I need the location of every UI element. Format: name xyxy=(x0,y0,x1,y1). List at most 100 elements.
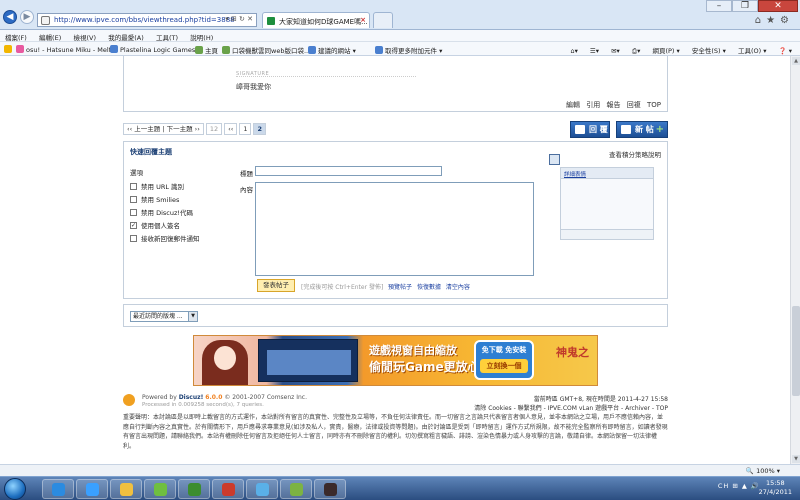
checkbox-checked[interactable]: ✓ xyxy=(130,221,137,229)
game-ad-banner[interactable]: 遊戲視窗自由縮放 偷閒玩Game更放心! 免下載 免安裝 立刻換一個 神鬼之 xyxy=(193,335,598,386)
banner-game-screenshot xyxy=(258,339,358,382)
post-container: SIGNATURE 嶂哥我愛你 編輯 引用 報告 回複 TOP xyxy=(123,56,668,112)
home-icon[interactable]: ⌂▾ xyxy=(570,47,577,55)
scroll-down-icon[interactable]: ▼ xyxy=(792,455,800,463)
menu-help[interactable]: 說明(H) xyxy=(185,30,218,42)
quick-reply-title: 快速回覆主題 xyxy=(130,148,172,156)
title-input[interactable] xyxy=(255,166,442,176)
scroll-thumb[interactable] xyxy=(792,306,800,396)
feeds-icon[interactable]: ☰▾ xyxy=(590,47,599,55)
cmd-tools[interactable]: 工具(O) ▾ xyxy=(738,47,767,55)
new-tab-button[interactable] xyxy=(373,12,393,28)
tab-close-icon[interactable]: × xyxy=(360,16,366,24)
vertical-scrollbar[interactable]: ▲ ▼ xyxy=(790,56,800,464)
footer-links[interactable]: 清除 Cookies - 聯繫我們 - IPVE.COM vLan 遊戲平台 -… xyxy=(474,403,668,412)
fav-pokemon-web[interactable]: 口袋機獸雲同web版口袋... xyxy=(222,45,310,55)
fav-addons[interactable]: 取得更多附加元件 ▾ xyxy=(375,45,442,55)
submit-post-button[interactable]: 發表帖子 xyxy=(257,279,295,292)
forum-jump-box: 最近訪問的版塊 ... ▼ xyxy=(123,304,668,327)
taskbar-folder-icon[interactable] xyxy=(110,479,142,499)
disclaimer-text: 重要聲明：本討論區是以即時上載留言的方式運作，本站對所有留言的真實性、完整性及立… xyxy=(123,414,668,450)
fav-osu[interactable]: osu! - Hatsune Miku - Melt xyxy=(16,45,111,54)
tab-current[interactable]: 大家知道如何D球GAME嗎... × xyxy=(262,12,370,28)
option-disable-smilies[interactable]: 禁用 Smilies xyxy=(130,194,179,204)
edit-link[interactable]: 編輯 xyxy=(566,101,580,109)
quote-link[interactable]: 引用 xyxy=(586,101,600,109)
taskbar-app2-icon[interactable] xyxy=(178,479,210,499)
page-1[interactable]: 1 xyxy=(239,123,252,135)
checkbox[interactable] xyxy=(130,182,137,190)
command-bar: ⌂▾ ☰▾ ✉▾ ⎙▾ 網頁(P) ▾ 安全性(S) ▾ 工具(O) ▾ ❓ ▾ xyxy=(560,45,792,56)
preview-link[interactable]: 預覽帖子 xyxy=(388,284,412,291)
reply-link[interactable]: 回複 xyxy=(627,101,641,109)
checkbox[interactable] xyxy=(130,234,137,242)
top-link[interactable]: TOP xyxy=(647,101,661,109)
cmd-safety[interactable]: 安全性(S) ▾ xyxy=(692,47,726,55)
chevron-down-icon[interactable]: ▼ xyxy=(188,312,197,321)
url-text[interactable]: http://www.ipve.com/bbs/viewthread.php?t… xyxy=(54,16,235,24)
taskbar-app1-icon[interactable] xyxy=(144,479,176,499)
banner-game-logo: 神鬼之 xyxy=(556,346,589,359)
reply-icon xyxy=(575,125,585,134)
taskbar-app3-icon[interactable] xyxy=(212,479,244,499)
print-icon[interactable]: ⎙▾ xyxy=(632,47,640,55)
menu-view[interactable]: 檢視(V) xyxy=(68,30,101,42)
clock[interactable]: 15:58 27/4/2011 xyxy=(759,479,792,497)
cmd-help[interactable]: ❓ ▾ xyxy=(779,47,792,55)
system-tray[interactable]: CH ⊞ ▲ 🔊 xyxy=(718,482,760,490)
menu-favorites[interactable]: 我的最愛(A) xyxy=(103,30,149,42)
restore-link[interactable]: 恢復數據 xyxy=(417,284,441,291)
taskbar-messenger-icon[interactable] xyxy=(246,479,278,499)
minimize-button[interactable]: – xyxy=(706,0,732,12)
content-textarea[interactable] xyxy=(255,182,534,276)
maximize-button[interactable]: ❐ xyxy=(732,0,758,12)
home-favorites-gear-icons[interactable]: ⌂★⚙ xyxy=(755,15,794,26)
report-link[interactable]: 報告 xyxy=(607,101,621,109)
cmd-page[interactable]: 網頁(P) ▾ xyxy=(652,47,679,55)
fav-home[interactable]: 主頁 xyxy=(195,45,218,55)
advanced-editor-icon[interactable] xyxy=(549,154,560,165)
menu-file[interactable]: 檔案(F) xyxy=(0,30,32,42)
page-icon xyxy=(41,16,50,25)
zoom-level[interactable]: 🔍 100% ▾ xyxy=(746,467,780,475)
option-disable-url[interactable]: 禁用 URL 識別 xyxy=(130,181,184,191)
checkbox[interactable] xyxy=(130,195,137,203)
option-email-notify[interactable]: 接收新回復郵件通知 xyxy=(130,233,200,243)
page-first[interactable]: ‹‹ xyxy=(224,123,238,135)
prev-topic-link[interactable]: ‹‹ 上一主題 | 下一主題 ›› xyxy=(123,123,204,135)
new-post-button[interactable]: 新 帖 + xyxy=(616,121,668,138)
taskbar-ie-active-icon[interactable] xyxy=(76,479,108,499)
fav-plastelina[interactable]: Plastelina Logic Games xyxy=(110,45,195,54)
clear-link[interactable]: 清空內容 xyxy=(446,284,470,291)
menu-tools[interactable]: 工具(T) xyxy=(151,30,183,42)
taskbar-ie-icon[interactable] xyxy=(42,479,74,499)
forum-jump-select[interactable]: 最近訪問的版塊 ... ▼ xyxy=(130,311,198,322)
menu-edit[interactable]: 編輯(E) xyxy=(34,30,66,42)
banner-character-face xyxy=(214,346,236,370)
option-disable-discuz-code[interactable]: 禁用 Discuz!代碼 xyxy=(130,207,193,217)
checkbox[interactable] xyxy=(130,208,137,216)
discuz-link[interactable]: Discuz! xyxy=(179,394,204,401)
favorites-bar: osu! - Hatsune Miku - Melt Plastelina Lo… xyxy=(0,42,800,56)
favorites-star-icon[interactable] xyxy=(4,45,14,54)
credit-policy-link[interactable]: 查看積分策略說明 xyxy=(609,149,661,159)
smilies-detail-link[interactable]: 詳細表情 xyxy=(561,168,653,179)
processed-time: Processed in 0.009258 second(s), 7 queri… xyxy=(142,402,264,408)
start-button[interactable] xyxy=(4,478,26,500)
title-label: 標題 xyxy=(240,170,253,178)
option-use-signature[interactable]: ✓ 使用個人簽名 xyxy=(130,220,180,230)
mail-icon[interactable]: ✉▾ xyxy=(611,47,620,55)
forward-button[interactable]: ▶ xyxy=(20,10,34,24)
back-button[interactable]: ◀ xyxy=(3,10,17,24)
plus-icon: + xyxy=(655,124,664,135)
fav-suggested-sites[interactable]: 建議的網站 ▾ xyxy=(308,45,356,55)
scroll-up-icon[interactable]: ▲ xyxy=(792,57,800,65)
address-bar[interactable]: http://www.ipve.com/bbs/viewthread.php?t… xyxy=(37,13,257,27)
taskbar-app4-icon[interactable] xyxy=(280,479,312,499)
banner-play-button[interactable]: 立刻換一個 xyxy=(480,359,528,373)
taskbar-game-icon[interactable] xyxy=(314,479,346,499)
reply-button[interactable]: 回 覆 xyxy=(570,121,610,138)
close-window-button[interactable]: ✕ xyxy=(758,0,798,12)
address-tools-icon[interactable]: ▾ ⊞ ↻ ✕ xyxy=(225,15,253,23)
banner-play-badge[interactable]: 免下載 免安裝 立刻換一個 xyxy=(474,340,534,380)
